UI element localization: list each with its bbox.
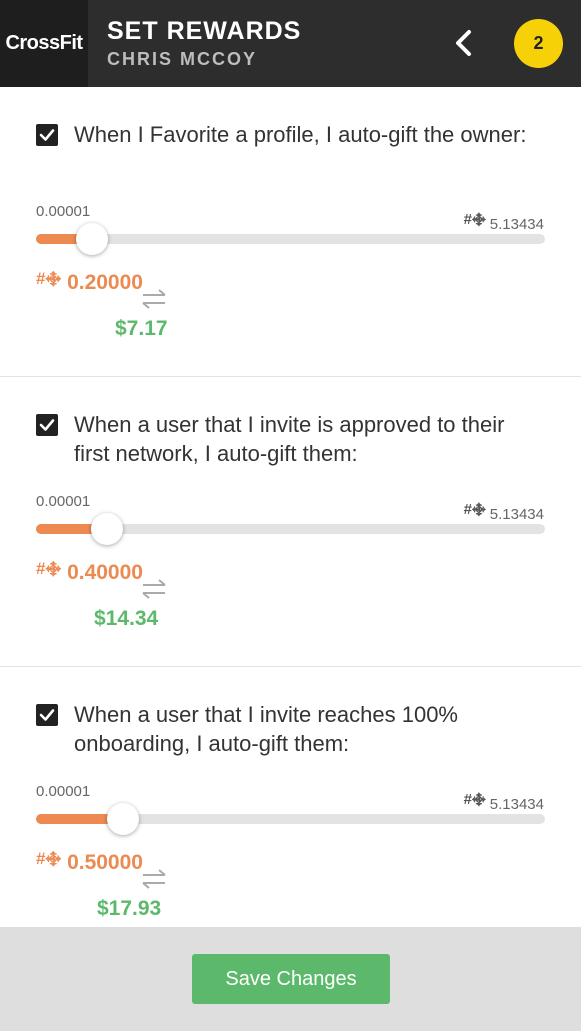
usd-value: $14.34 (94, 607, 159, 630)
notification-badge[interactable]: 2 (514, 19, 563, 68)
usd-value: $17.93 (97, 897, 162, 920)
reward-label: When a user that I invite is approved to… (74, 412, 505, 466)
reward-checkbox[interactable] (36, 124, 58, 146)
page-subtitle: CHRIS MCCOY (107, 49, 258, 69)
slider-min-value: 0.00001 (36, 783, 91, 800)
back-button[interactable] (446, 26, 480, 60)
reward-section-onboarding: When a user that I invite reaches 100% o… (0, 667, 581, 927)
reward-section-favorite: When I Favorite a profile, I auto-gift t… (0, 87, 581, 377)
slider-handle[interactable] (91, 513, 123, 545)
slider-max-number: 5.13434 (489, 795, 544, 813)
coin-amount: #࿇ 0.40000 (36, 549, 143, 597)
footer-bar: Save Changes (0, 927, 581, 1031)
slider-handle[interactable] (76, 223, 108, 255)
reward-label: When I Favorite a profile, I auto-gift t… (74, 122, 527, 147)
reward-slider[interactable] (36, 803, 545, 835)
slider-max-number: 5.13434 (489, 215, 544, 233)
checkmark-icon (39, 419, 55, 431)
reward-slider[interactable] (36, 223, 545, 255)
checkmark-icon (39, 129, 55, 141)
crossfit-logo: CrossFit (0, 0, 88, 87)
checkmark-icon (39, 709, 55, 721)
exchange-arrows-icon (142, 579, 166, 599)
slider-min-value: 0.00001 (36, 203, 91, 220)
slider-min-value: 0.00001 (36, 493, 91, 510)
page-title: SET REWARDS (107, 17, 302, 45)
reward-section-invite-approved: When a user that I invite is approved to… (0, 377, 581, 667)
exchange-arrows-icon (142, 869, 166, 889)
reward-checkbox[interactable] (36, 414, 58, 436)
reward-checkbox[interactable] (36, 704, 58, 726)
coin-symbol-icon: #࿇ (36, 849, 62, 868)
reward-label: When a user that I invite reaches 100% o… (74, 702, 458, 756)
usd-value: $7.17 (115, 317, 168, 340)
coin-symbol-icon: #࿇ (36, 559, 62, 578)
exchange-arrows-icon (142, 289, 166, 309)
coin-amount: #࿇ 0.50000 (36, 839, 143, 887)
rewards-list: When I Favorite a profile, I auto-gift t… (0, 87, 581, 927)
coin-value: 0.40000 (67, 561, 143, 584)
slider-handle[interactable] (107, 803, 139, 835)
coin-symbol-icon: #࿇ (36, 269, 62, 288)
app-header: CrossFit SET REWARDS CHRIS MCCOY 2 (0, 0, 581, 87)
save-changes-button[interactable]: Save Changes (192, 954, 390, 1004)
slider-max-number: 5.13434 (489, 505, 544, 523)
coin-value: 0.20000 (67, 271, 143, 294)
reward-slider[interactable] (36, 513, 545, 545)
coin-amount: #࿇ 0.20000 (36, 259, 143, 307)
chevron-left-icon (456, 30, 471, 56)
coin-value: 0.50000 (67, 851, 143, 874)
